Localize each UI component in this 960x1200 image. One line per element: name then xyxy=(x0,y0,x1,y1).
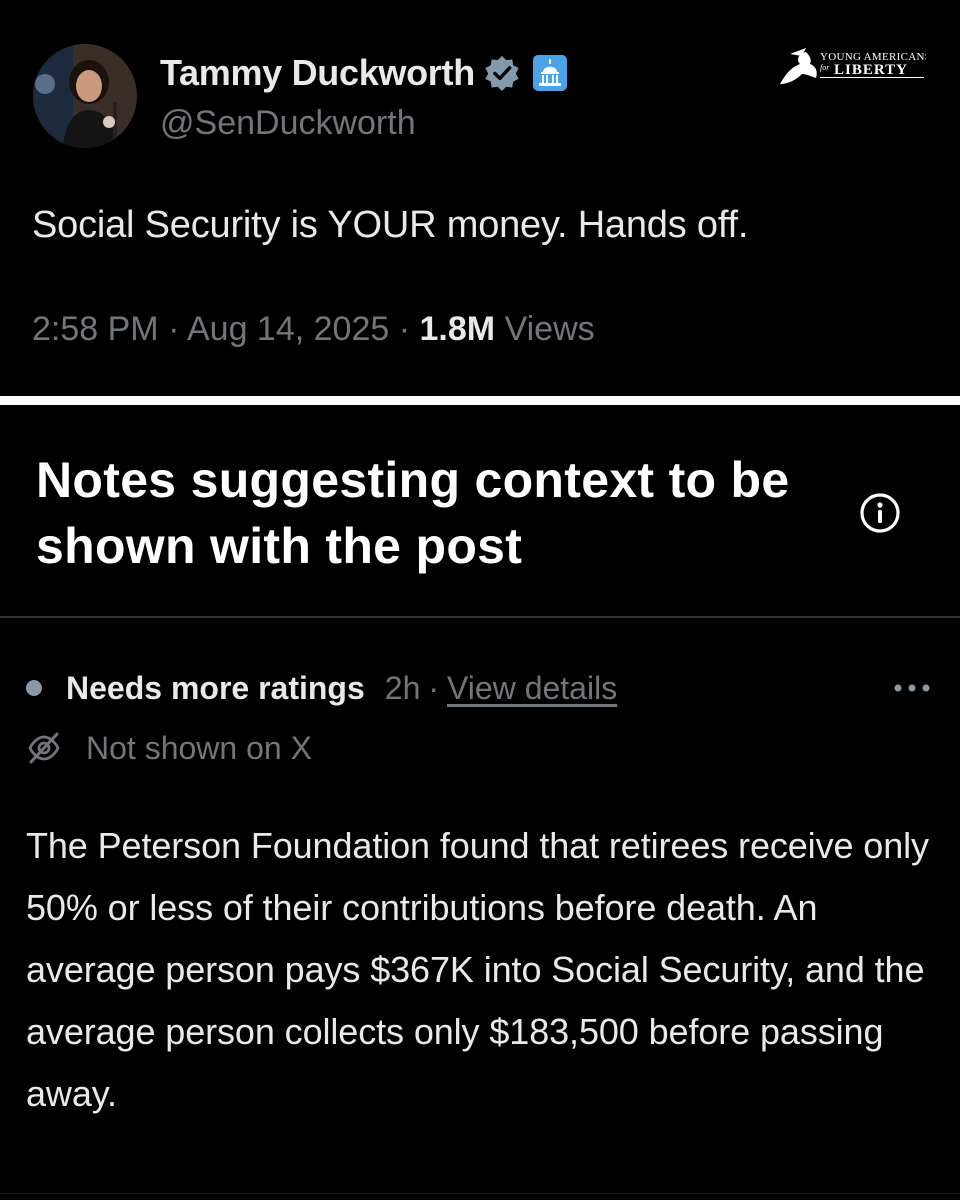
more-options-icon[interactable] xyxy=(890,679,934,697)
note-visibility-row: Not shown on X xyxy=(26,727,312,769)
panel-divider xyxy=(0,396,960,405)
author-handle[interactable]: @SenDuckworth xyxy=(160,104,416,143)
verified-badge-icon[interactable] xyxy=(483,54,521,92)
capitol-building-icon[interactable] xyxy=(532,55,567,91)
author-display-name[interactable]: Tammy Duckworth xyxy=(160,52,475,94)
svg-text:LIBERTY: LIBERTY xyxy=(834,62,908,78)
status-dot xyxy=(26,680,42,696)
info-icon[interactable] xyxy=(858,491,902,535)
tweet-time[interactable]: 2:58 PM xyxy=(32,310,159,348)
note-visibility: Not shown on X xyxy=(86,729,312,766)
note-age: 2h xyxy=(384,669,421,706)
bottom-rule xyxy=(0,1193,960,1194)
author-name-row: Tammy Duckworth xyxy=(160,50,567,96)
notes-panel: Notes suggesting context to be shown wit… xyxy=(0,405,960,1200)
tweet-text: Social Security is YOUR money. Hands off… xyxy=(32,204,749,246)
views-label[interactable]: Views xyxy=(505,310,595,348)
eagle-logo-icon: YOUNG AMERICANS for LIBERTY xyxy=(776,44,926,88)
tweet-card: Tammy Duckworth @SenDuckworth YOUNG AMER… xyxy=(0,0,960,396)
status-separator: · xyxy=(428,669,440,706)
note-body-text: The Peterson Foundation found that retir… xyxy=(26,825,929,1114)
tweet-meta: 2:58 PM · Aug 14, 2025 · 1.8M Views xyxy=(32,310,595,349)
view-details-link[interactable]: View details xyxy=(447,670,617,707)
note-status-row: Needs more ratings 2h · View details xyxy=(26,667,617,709)
svg-text:for: for xyxy=(820,63,830,72)
notes-title: Notes suggesting context to be shown wit… xyxy=(36,452,790,574)
meta-separator: · xyxy=(168,310,180,348)
avatar-photo xyxy=(33,44,137,148)
tweet-date[interactable]: Aug 14, 2025 xyxy=(187,310,389,348)
eye-off-icon xyxy=(26,730,62,766)
note-status: Needs more ratings xyxy=(66,669,365,706)
meta-separator: · xyxy=(398,310,411,348)
views-count[interactable]: 1.8M xyxy=(420,310,496,348)
author-avatar[interactable] xyxy=(33,44,137,148)
section-divider xyxy=(0,616,960,618)
